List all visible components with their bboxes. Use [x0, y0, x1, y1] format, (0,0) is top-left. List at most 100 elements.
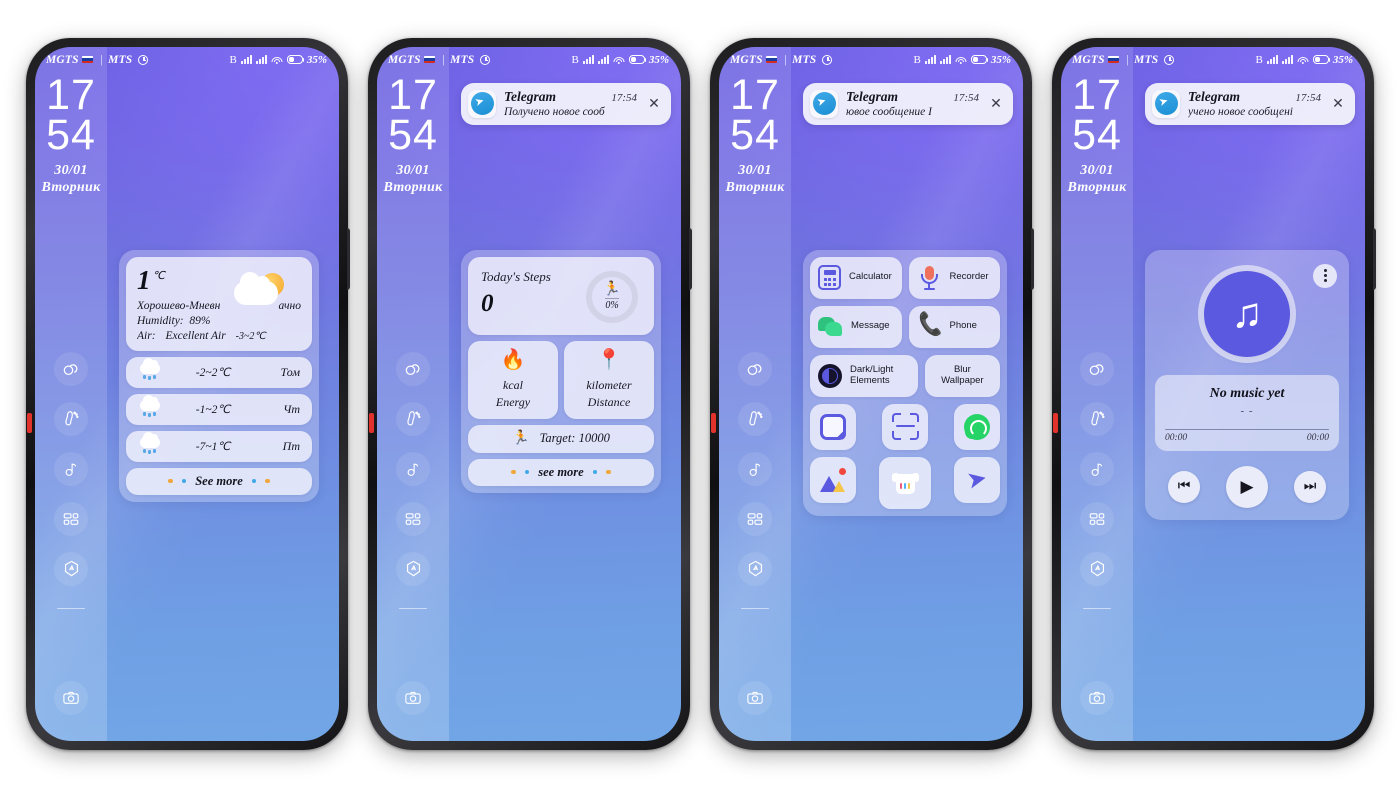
- alarm-clock-icon: [138, 54, 149, 65]
- app-telegram[interactable]: ➤: [954, 456, 1000, 503]
- app-scanner[interactable]: [882, 403, 928, 450]
- notification-header: Telegram 17:54: [846, 89, 983, 105]
- music-widget[interactable]: ♫ No music yet - - 00:00 00:00 ⏮ ▶ ⏭: [1145, 249, 1349, 521]
- sidebar-item-camera[interactable]: [54, 680, 88, 715]
- humidity-label: Humidity:: [137, 314, 184, 327]
- humidity-value: 89%: [189, 314, 211, 327]
- app-whatsapp[interactable]: [954, 403, 1000, 450]
- sidebar-item-apps[interactable]: [738, 501, 772, 536]
- steps-target-row[interactable]: 🏃 Target: 10000: [468, 424, 654, 453]
- steps-target-label: Target: 10000: [539, 431, 610, 445]
- notification-message: Получено новое сооб: [504, 106, 605, 118]
- volume-button-marker[interactable]: [27, 412, 32, 433]
- sidebar-item-compass[interactable]: [54, 551, 88, 586]
- notification-close-button[interactable]: ✕: [985, 93, 1007, 115]
- sidebar-item-compass[interactable]: [1080, 551, 1114, 586]
- next-track-button[interactable]: ⏭: [1294, 471, 1326, 504]
- sidebar-item-apps[interactable]: [1080, 501, 1114, 536]
- lockscreen-sidebar: 17 54 30/01 Вторник: [35, 46, 107, 741]
- sidebar-item-compass[interactable]: [396, 551, 430, 586]
- apps-widget[interactable]: Calculator Recorder Message 📞 Phone Dark…: [803, 249, 1007, 516]
- telegram-notification[interactable]: Telegram 17:54 Получено новое сооб ✕: [461, 82, 671, 125]
- lockscreen-sidebar: 17 54 30/01 Вторник: [1061, 46, 1133, 741]
- previous-track-button[interactable]: ⏮: [1168, 471, 1200, 504]
- sidebar-item-compass[interactable]: [738, 551, 772, 586]
- music-more-options-button[interactable]: [1313, 263, 1337, 288]
- carrier-primary: MGTS: [1072, 53, 1105, 66]
- weather-current-card[interactable]: 1 ℃ Хорошево-Мневн ачно Humidity: 89% Air:…: [126, 256, 312, 351]
- sidebar-item-weather[interactable]: [738, 351, 772, 386]
- app-message[interactable]: Message: [810, 305, 902, 348]
- forecast-row[interactable]: -1~2℃ Чт: [126, 393, 312, 425]
- signal-sim1-icon: [240, 55, 252, 64]
- bluetooth-icon: B: [913, 53, 921, 66]
- volume-button-marker[interactable]: [369, 412, 374, 433]
- sidebar-item-weather[interactable]: [1080, 351, 1114, 386]
- app-recorder[interactable]: Recorder: [908, 256, 1000, 299]
- sidebar-item-music[interactable]: [1080, 451, 1114, 486]
- volume-button-marker[interactable]: [1053, 412, 1058, 433]
- steps-widget[interactable]: Today's Steps 0 🏃 0% 🔥 kcal Energy 📍 kil…: [461, 249, 661, 493]
- notification-close-button[interactable]: ✕: [643, 93, 665, 115]
- sidebar-item-camera[interactable]: [396, 680, 430, 715]
- phone-screen: MGTS | MTS B 35% 17 54 30/01 Вторник ➤ T…: [377, 46, 681, 741]
- sidebar-item-apps[interactable]: [54, 501, 88, 536]
- weather-location: Хорошево-Мневн: [137, 299, 221, 312]
- app-clothes[interactable]: [879, 456, 931, 509]
- lock-clock: 17 54 30/01 Вторник: [1061, 73, 1133, 197]
- apps-grid-icon: [1089, 512, 1105, 525]
- notification-close-button[interactable]: ✕: [1327, 93, 1349, 115]
- status-bar: MGTS | MTS B 35%: [377, 47, 681, 73]
- sidebar-item-music[interactable]: [738, 451, 772, 486]
- app-blur-wallpaper[interactable]: Blur Wallpaper: [924, 354, 1000, 397]
- carrier-secondary: MTS: [1134, 53, 1159, 66]
- clock-date: 30/01: [54, 163, 88, 179]
- app-gallery[interactable]: [810, 456, 856, 503]
- steps-main-card[interactable]: Today's Steps 0 🏃 0%: [468, 256, 654, 335]
- route-pin-icon: 📍: [596, 348, 622, 371]
- sidebar-dock: [719, 351, 791, 609]
- carrier-primary: MGTS: [730, 53, 763, 66]
- forecast-range: -7~1℃: [195, 441, 231, 453]
- weather-widget[interactable]: 1 ℃ Хорошево-Мневн ачно Humidity: 89% Air:…: [119, 249, 319, 502]
- steps-see-more-button[interactable]: see more: [468, 458, 654, 486]
- distance-tile[interactable]: 📍 kilometer Distance: [564, 340, 654, 419]
- app-calculator[interactable]: Calculator: [810, 256, 902, 299]
- weather-see-more-button[interactable]: See more: [126, 467, 312, 495]
- forecast-row[interactable]: -7~1℃ Пт: [126, 430, 312, 462]
- sidebar-item-weather[interactable]: [396, 351, 430, 386]
- weather-humidity-row: Humidity: 89%: [137, 315, 301, 327]
- music-title: No music yet: [1209, 385, 1285, 401]
- signal-sim2-icon: [597, 55, 609, 64]
- sidebar-item-steps[interactable]: [54, 401, 88, 436]
- music-time-total: 00:00: [1306, 433, 1329, 444]
- music-progress-bar[interactable]: [1165, 428, 1329, 431]
- forecast-row[interactable]: -2~2℃ Том: [126, 356, 312, 388]
- forecast-day: Пт: [282, 438, 300, 453]
- sidebar-item-camera[interactable]: [1080, 680, 1114, 715]
- running-person-icon: 🏃: [512, 430, 530, 446]
- sidebar-divider: [1083, 607, 1111, 609]
- telegram-notification[interactable]: Telegram 17:54 учено новое сообщені ✕: [1145, 82, 1355, 125]
- app-phone[interactable]: 📞 Phone: [908, 305, 1000, 348]
- app-dark-light-elements[interactable]: Dark/Light Elements: [810, 354, 918, 397]
- sidebar-item-steps[interactable]: [738, 401, 772, 436]
- signal-sim2-icon: [255, 55, 267, 64]
- sidebar-item-music[interactable]: [54, 451, 88, 486]
- phone-weather: MGTS | MTS B 35% 17 54 30/01 Вторник 1 ℃…: [26, 37, 350, 750]
- sidebar-item-apps[interactable]: [396, 501, 430, 536]
- sidebar-item-music[interactable]: [396, 451, 430, 486]
- energy-tile[interactable]: 🔥 kcal Energy: [468, 340, 558, 419]
- sidebar-item-weather[interactable]: [54, 351, 88, 386]
- sidebar-item-camera[interactable]: [738, 680, 772, 715]
- apps-row: Message 📞 Phone: [810, 305, 1000, 348]
- telegram-notification[interactable]: Telegram 17:54 ювое сообщение I ✕: [803, 82, 1013, 125]
- play-button[interactable]: ▶: [1226, 466, 1268, 509]
- app-notes[interactable]: [810, 403, 856, 450]
- notification-header: Telegram 17:54: [504, 89, 641, 105]
- sidebar-item-steps[interactable]: [396, 401, 430, 436]
- notification-body: Telegram 17:54 Получено новое сооб: [496, 89, 643, 118]
- sidebar-item-steps[interactable]: [1080, 401, 1114, 436]
- volume-button-marker[interactable]: [711, 412, 716, 433]
- carrier-separator: |: [441, 53, 446, 66]
